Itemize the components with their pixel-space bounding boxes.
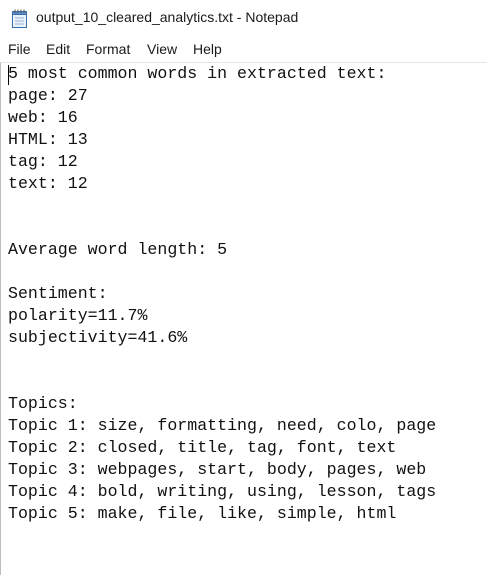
title-bar[interactable]: output_10_cleared_analytics.txt - Notepa… bbox=[0, 0, 487, 36]
text-line: 5 most common words in extracted text: bbox=[8, 64, 387, 83]
text-line: text: 12 bbox=[8, 174, 88, 193]
menu-bar: File Edit Format View Help bbox=[0, 36, 487, 62]
text-line: polarity=11.7% bbox=[8, 306, 148, 325]
notepad-icon[interactable] bbox=[11, 9, 28, 28]
text-line bbox=[8, 261, 436, 283]
menu-edit[interactable]: Edit bbox=[46, 41, 70, 57]
text-line bbox=[8, 217, 436, 239]
text-line: page: 27 bbox=[8, 86, 88, 105]
text-line bbox=[8, 371, 436, 393]
text-line: web: 16 bbox=[8, 108, 78, 127]
editor-content[interactable]: 5 most common words in extracted text: pa… bbox=[8, 63, 436, 525]
text-line: Topic 5: make, file, like, simple, html bbox=[8, 504, 397, 523]
text-editor[interactable]: 5 most common words in extracted text: pa… bbox=[0, 62, 487, 575]
menu-view[interactable]: View bbox=[147, 41, 177, 57]
window-title: output_10_cleared_analytics.txt - Notepa… bbox=[36, 9, 299, 25]
text-line: tag: 12 bbox=[8, 152, 78, 171]
menu-help[interactable]: Help bbox=[193, 41, 222, 57]
text-caret bbox=[8, 65, 9, 85]
text-line: Topic 3: webpages, start, body, pages, w… bbox=[8, 460, 427, 479]
menu-file[interactable]: File bbox=[8, 41, 31, 57]
menu-format[interactable]: Format bbox=[86, 41, 130, 57]
text-line: Average word length: 5 bbox=[8, 240, 228, 259]
text-line bbox=[8, 349, 436, 371]
text-line: subjectivity=41.6% bbox=[8, 328, 188, 347]
text-line: Topics: bbox=[8, 394, 78, 413]
text-line: Topic 4: bold, writing, using, lesson, t… bbox=[8, 482, 437, 501]
text-line: Sentiment: bbox=[8, 284, 108, 303]
text-line: Topic 1: size, formatting, need, colo, p… bbox=[8, 416, 437, 435]
text-line bbox=[8, 195, 436, 217]
text-line: HTML: 13 bbox=[8, 130, 88, 149]
text-line: Topic 2: closed, title, tag, font, text bbox=[8, 438, 397, 457]
